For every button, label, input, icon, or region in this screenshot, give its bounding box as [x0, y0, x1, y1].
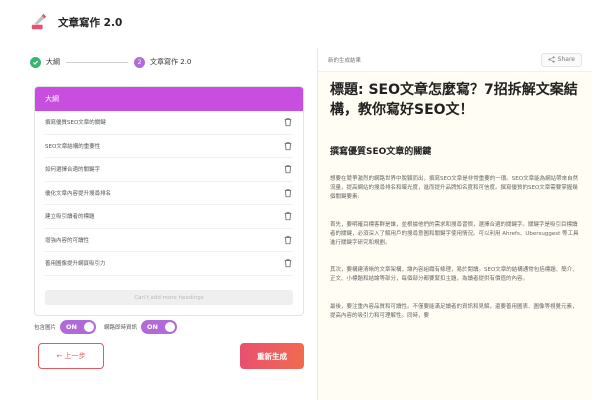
app-title: 文章寫作 2.0	[58, 16, 123, 29]
outline-list: 撰寫優質SEO文章的關鍵 SEO文章結構的重要性 如何選擇合適的關鍵字 優化文章…	[35, 111, 303, 276]
article-paragraph: 想要在競爭激烈的網路世界中脫穎而出，撰寫SEO文章是非常重要的一環。SEO文章能…	[330, 176, 579, 201]
options-bar: 包含圖片 ON 網路即時資訊 ON	[34, 320, 185, 334]
add-heading-button: Can't add more headings	[45, 290, 293, 305]
outline-header-label: 大綱	[45, 95, 59, 103]
trash-icon[interactable]	[283, 117, 293, 127]
result-content: 標題: SEO文章怎麼寫？7招拆解文案結構，教你寫好SEO文！ 撰寫優質SEO文…	[318, 72, 592, 321]
header: 文章寫作 2.0	[0, 0, 600, 44]
stepper: 大綱 2 文章寫作 2.0	[30, 52, 305, 72]
toggle-state: ON	[147, 323, 158, 331]
result-panel: 新的生成結果 Share 標題: SEO文章怎麼寫？7招拆解文案結構，教你寫好S…	[317, 48, 592, 400]
step-divider	[66, 61, 128, 63]
trash-icon[interactable]	[283, 235, 293, 245]
list-item[interactable]: 如何選擇合適的關鍵字	[45, 158, 293, 182]
step-outline-label: 大綱	[46, 58, 60, 66]
toggle-state: ON	[66, 323, 77, 331]
share-button[interactable]: Share	[540, 52, 582, 67]
article-paragraph: 其次，要構建清晰的文章架構，讓內容組織有條理，易於閱讀。SEO文章的結構通常包括…	[330, 267, 578, 283]
article-title: 標題: SEO文章怎麼寫？7招拆解文案結構，教你寫好SEO文！	[330, 82, 578, 118]
list-item[interactable]: 增強內容的可讀性	[45, 229, 293, 252]
toggle-knob	[84, 322, 95, 332]
check-icon	[30, 56, 41, 68]
list-item[interactable]: 建立吸引讀者的標題	[45, 205, 293, 229]
heading-text[interactable]: 如何選擇合適的關鍵字	[45, 165, 100, 173]
trash-icon[interactable]	[283, 164, 293, 174]
heading-text[interactable]: 善用圖像提升網頁吸引力	[45, 259, 106, 267]
include-images-toggle[interactable]: ON	[60, 320, 97, 334]
heading-text[interactable]: 建立吸引讀者的標題	[45, 212, 95, 220]
result-label: 新的生成結果	[328, 57, 362, 64]
prev-step-button[interactable]: ← 上一步	[38, 343, 104, 369]
toggle-knob	[165, 322, 176, 332]
list-item[interactable]: SEO文章結構的重要性	[45, 135, 293, 158]
outline-header: 大綱	[35, 87, 303, 111]
result-toolbar: 新的生成結果 Share	[318, 48, 592, 72]
heading-text[interactable]: 撰寫優質SEO文章的關鍵	[45, 118, 106, 126]
list-item[interactable]: 優化文章內容提升搜尋排名	[45, 182, 293, 205]
web-info-label: 網路即時資訊	[104, 325, 138, 331]
trash-icon[interactable]	[283, 188, 293, 198]
heading-text[interactable]: 優化文章內容提升搜尋排名	[45, 189, 111, 197]
heading-text[interactable]: 增強內容的可讀性	[45, 236, 89, 244]
list-item[interactable]: 撰寫優質SEO文章的關鍵	[45, 111, 293, 135]
step-writing[interactable]: 2 文章寫作 2.0	[134, 56, 192, 68]
web-info-toggle[interactable]: ON	[141, 320, 178, 334]
include-images-label: 包含圖片	[34, 325, 57, 331]
heading-text[interactable]: SEO文章結構的重要性	[45, 142, 100, 150]
pen-brush-icon	[30, 13, 48, 31]
trash-icon[interactable]	[283, 141, 293, 151]
app-window: 文章寫作 2.0 大綱 2 文章寫作 2.0 大綱 撰寫優質SEO文章的關鍵 S…	[0, 0, 600, 400]
article-heading: 撰寫優質SEO文章的關鍵	[330, 147, 432, 157]
outline-card: 大綱 撰寫優質SEO文章的關鍵 SEO文章結構的重要性 如何選擇合適的關鍵字 優…	[34, 86, 304, 316]
article-paragraph: 首先，要明確目標客群是誰，並根據他們的需求和搜尋習慣，選擇合適的關鍵字。關鍵字是…	[330, 221, 579, 247]
step-number: 2	[134, 56, 145, 68]
list-item[interactable]: 善用圖像提升網頁吸引力	[45, 252, 293, 276]
left-panel: 大綱 2 文章寫作 2.0 大綱 撰寫優質SEO文章的關鍵 SEO文章結構的重要…	[30, 52, 305, 392]
trash-icon[interactable]	[283, 211, 293, 221]
share-icon	[548, 56, 555, 63]
step-outline[interactable]: 大綱	[30, 56, 60, 68]
trash-icon[interactable]	[283, 258, 293, 268]
share-label: Share	[557, 56, 575, 63]
regenerate-button[interactable]: 重新生成	[240, 343, 304, 369]
article-paragraph: 最後，要注重內容品質和可讀性。不僅要能滿足讀者的資訊和見解，還要善用圖表、圖像等…	[330, 303, 578, 319]
step-writing-label: 文章寫作 2.0	[150, 58, 192, 66]
